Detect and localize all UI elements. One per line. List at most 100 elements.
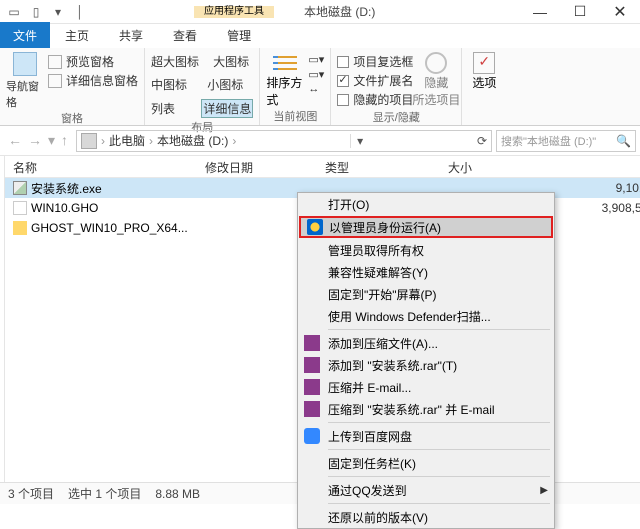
view-details[interactable]: 详细信息 <box>201 99 253 118</box>
preview-pane-button[interactable]: 预览窗格 <box>48 52 138 71</box>
options-label: 选项 <box>472 74 496 91</box>
tab-file[interactable]: 文件 <box>0 22 50 48</box>
view-l-icons[interactable]: 大图标 <box>213 53 249 70</box>
ribbon-group-current-view: 排序方式 ▭▾ ▭▾ ↔ 当前视图 <box>260 48 331 125</box>
forward-button[interactable]: → <box>28 132 42 149</box>
cm-upload-baidu[interactable]: 上传到百度网盘 <box>298 425 554 447</box>
baidu-icon <box>304 428 320 444</box>
breadcrumb-pc[interactable]: 此电脑 <box>109 132 145 149</box>
cm-separator <box>328 449 550 450</box>
status-size: 8.88 MB <box>155 487 200 501</box>
item-checkboxes-toggle[interactable]: 项目复选框 <box>337 52 413 71</box>
search-icon[interactable]: 🔍 <box>616 134 631 148</box>
tab-share[interactable]: 共享 <box>104 22 158 48</box>
minimize-button[interactable]: — <box>520 0 560 24</box>
address-row: ← → ▾ ↑ › 此电脑 › 本地磁盘 (D:) › ▾ ⟳ 搜索"本地磁盘 … <box>0 126 640 156</box>
cm-open[interactable]: 打开(O) <box>298 193 554 215</box>
cm-send-qq[interactable]: 通过QQ发送到▶ <box>298 479 554 501</box>
view-m-icons[interactable]: 中图标 <box>151 76 187 93</box>
cm-pin-start[interactable]: 固定到"开始"屏幕(P) <box>298 283 554 305</box>
file-icon <box>13 181 27 195</box>
preview-icon <box>48 55 62 69</box>
cm-add-rar[interactable]: 添加到 "安装系统.rar"(T) <box>298 354 554 376</box>
view-list[interactable]: 列表 <box>151 100 175 117</box>
file-name: WIN10.GHO <box>31 201 98 215</box>
file-icon <box>13 221 27 235</box>
window-controls: — ☐ ✕ <box>520 0 640 24</box>
cm-admin-ownership[interactable]: 管理员取得所有权 <box>298 239 554 261</box>
sizecols-button[interactable]: ↔ <box>308 82 324 96</box>
tab-manage[interactable]: 管理 <box>212 22 266 48</box>
context-menu: 打开(O) 以管理员身份运行(A) 管理员取得所有权 兼容性疑难解答(Y) 固定… <box>297 192 555 529</box>
cm-add-archive[interactable]: 添加到压缩文件(A)... <box>298 332 554 354</box>
sort-icon <box>271 52 299 74</box>
file-ext-toggle[interactable]: 文件扩展名 <box>337 71 413 90</box>
details-pane-button[interactable]: 详细信息窗格 <box>48 71 138 90</box>
address-bar[interactable]: › 此电脑 › 本地磁盘 (D:) › ▾ ⟳ <box>76 130 492 152</box>
addr-dropdown[interactable]: ▾ <box>350 134 363 148</box>
nav-pane-button[interactable]: 导航窗格 <box>6 52 44 110</box>
cm-compat-troubleshoot[interactable]: 兼容性疑难解答(Y) <box>298 261 554 283</box>
tree-this-pc[interactable]: ⌄此电脑 <box>2 359 4 414</box>
col-date[interactable]: 修改日期 <box>197 156 317 177</box>
group-label: 当前视图 <box>266 108 324 124</box>
status-selected: 选中 1 个项目 <box>68 485 141 502</box>
ribbon-group-layout: 超大图标 大图标 中图标 小图标 列表 详细信息 布局 <box>145 48 260 125</box>
breadcrumb-sep[interactable]: › <box>232 134 236 148</box>
rar-icon <box>304 401 320 417</box>
qat-dropdown[interactable]: ▾ <box>48 2 68 22</box>
cm-defender-scan[interactable]: 使用 Windows Defender扫描... <box>298 305 554 327</box>
hide-selected-button[interactable]: 隐藏 所选项目 <box>417 52 455 109</box>
quick-access-toolbar: ▭ ▯ ▾ │ <box>0 2 94 22</box>
ribbon-group-panes: 导航窗格 预览窗格 详细信息窗格 窗格 <box>0 48 145 125</box>
window-title: 本地磁盘 (D:) <box>304 3 375 20</box>
addcols-button[interactable]: ▭▾ <box>308 67 324 82</box>
tab-home[interactable]: 主页 <box>50 22 104 48</box>
groupby-button[interactable]: ▭▾ <box>308 52 324 67</box>
cm-separator <box>328 329 550 330</box>
breadcrumb-drive[interactable]: 本地磁盘 (D:) <box>157 132 228 149</box>
checkbox-icon <box>337 56 349 68</box>
group-label: 显示/隐藏 <box>337 109 455 125</box>
view-xl-icons[interactable]: 超大图标 <box>151 53 199 70</box>
options-button[interactable]: 选项 <box>468 52 500 109</box>
recent-button[interactable]: ▾ <box>48 132 55 149</box>
rar-icon <box>304 335 320 351</box>
maximize-button[interactable]: ☐ <box>560 0 600 24</box>
file-name: GHOST_WIN10_PRO_X64... <box>31 221 188 235</box>
breadcrumb-sep[interactable]: › <box>101 134 105 148</box>
search-box[interactable]: 搜索"本地磁盘 (D:)" 🔍 <box>496 130 636 152</box>
sort-label: 排序方式 <box>266 74 304 108</box>
checkbox-icon <box>337 94 349 106</box>
qat-item[interactable]: ▯ <box>26 2 46 22</box>
close-button[interactable]: ✕ <box>600 0 640 24</box>
ribbon-tabs: 文件 主页 共享 查看 管理 <box>0 24 640 48</box>
view-s-icons[interactable]: 小图标 <box>207 76 243 93</box>
search-placeholder: 搜索"本地磁盘 (D:)" <box>501 133 616 149</box>
drive-icon: ▭ <box>4 2 24 22</box>
breadcrumb-sep[interactable]: › <box>149 134 153 148</box>
col-name[interactable]: 名称 <box>5 156 197 177</box>
col-size[interactable]: 大小 <box>397 156 481 177</box>
cm-separator <box>328 476 550 477</box>
hide-icon <box>425 52 447 74</box>
refresh-button[interactable]: ⟳ <box>477 134 487 148</box>
title-bar: ▭ ▯ ▾ │ 应用程序工具 本地磁盘 (D:) — ☐ ✕ <box>0 0 640 24</box>
group-label <box>468 109 500 121</box>
column-headers: 名称 修改日期 类型 大小 <box>5 156 640 178</box>
cm-run-as-admin[interactable]: 以管理员身份运行(A) <box>299 216 553 238</box>
back-button[interactable]: ← <box>8 132 22 149</box>
cm-compress-email[interactable]: 压缩并 E-mail... <box>298 376 554 398</box>
cm-restore-previous[interactable]: 还原以前的版本(V) <box>298 506 554 528</box>
tree-onedrive[interactable]: ›OneDrive <box>2 333 4 351</box>
sort-button[interactable]: 排序方式 <box>266 52 304 108</box>
rar-icon <box>304 379 320 395</box>
col-type[interactable]: 类型 <box>317 156 397 177</box>
qat-sep: │ <box>70 2 90 22</box>
cm-compress-rar-email[interactable]: 压缩到 "安装系统.rar" 并 E-mail <box>298 398 554 420</box>
tab-view[interactable]: 查看 <box>158 22 212 48</box>
rar-icon <box>304 357 320 373</box>
up-button[interactable]: ↑ <box>61 132 68 149</box>
cm-pin-taskbar[interactable]: 固定到任务栏(K) <box>298 452 554 474</box>
hidden-items-toggle[interactable]: 隐藏的项目 <box>337 90 413 109</box>
